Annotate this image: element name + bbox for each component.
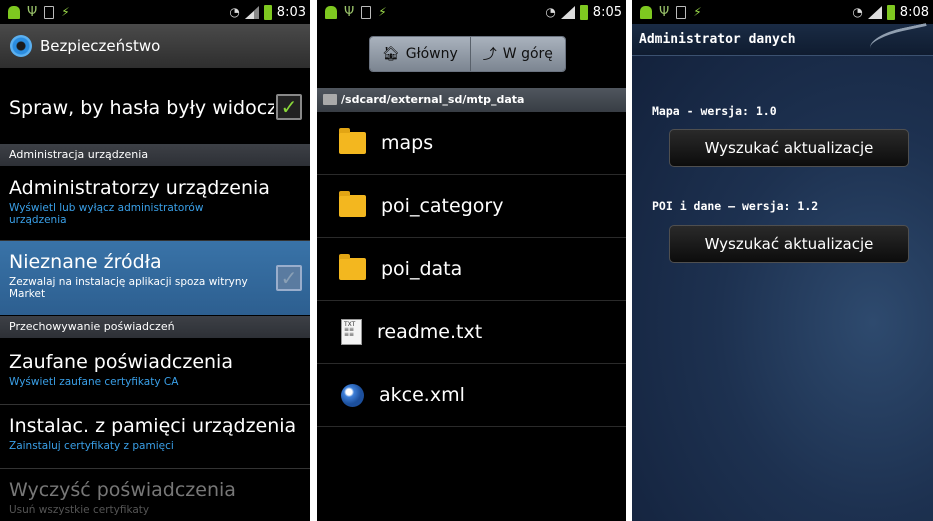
list-item[interactable]: poi_category (317, 175, 626, 238)
setting-summary: Wyświetl lub wyłącz administratorów urzą… (9, 202, 204, 226)
sd-card-icon (44, 5, 55, 19)
gear-icon (10, 35, 32, 57)
android-icon (325, 5, 337, 19)
list-item[interactable]: akce.xml (317, 364, 626, 427)
android-icon (8, 5, 20, 19)
android-icon (640, 5, 652, 19)
setting-title: Nieznane źródła (9, 251, 162, 273)
section-header-admin: Administracja urządzenia (0, 144, 310, 166)
page-title: Bezpieczeństwo (40, 37, 161, 55)
status-bar: Ψ ⚡ ◔ 8:05 (317, 0, 626, 24)
trusted-credentials-setting[interactable]: Zaufane poświadczenia Wyświetl zaufane c… (0, 350, 310, 388)
battery-icon (886, 4, 895, 20)
unknown-sources-setting[interactable]: Nieznane źródła Zezwalaj na instalację a… (0, 241, 310, 315)
list-item[interactable]: maps (317, 112, 626, 175)
toolbar: 🏠︎ Główny ⤴ W górę (317, 24, 626, 84)
security-settings-screen: Ψ ⚡ ◔ 8:03 Bezpieczeństwo Spraw, by hasł… (0, 0, 310, 521)
clock: 8:08 (899, 4, 929, 20)
text-file-icon: TXT ≡≡ ≡≡ (341, 319, 362, 345)
data-admin-screen: Ψ ⚡ ◔ 8:08 Administrator danych Mapa - w… (632, 0, 933, 521)
debug-icon: ⚡ (378, 5, 387, 19)
home-icon: 🏠︎ (382, 46, 400, 62)
path-bar: /sdcard/external_sd/mtp_data (317, 88, 626, 112)
section-header-credentials: Przechowywanie poświadczeń (0, 316, 310, 338)
file-browser-screen: Ψ ⚡ ◔ 8:05 🏠︎ Główny ⤴ W górę /sdcard/ex… (317, 0, 626, 521)
folder-icon (339, 128, 366, 154)
status-bar: Ψ ⚡ ◔ 8:03 (0, 0, 310, 24)
background (632, 24, 933, 521)
poi-check-updates-button[interactable]: Wyszukać aktualizacje (669, 225, 909, 263)
setting-summary: Usuń wszystkie certyfikaty (9, 504, 150, 516)
page-title: Administrator danych (639, 32, 796, 47)
map-version-label: Mapa - wersja: 1.0 (652, 104, 777, 118)
home-button-label: Główny (405, 46, 458, 62)
file-name: maps (381, 132, 434, 154)
sd-card-icon (676, 5, 687, 19)
nav-buttons: 🏠︎ Główny ⤴ W górę (369, 36, 566, 72)
file-name: poi_category (381, 195, 504, 217)
clear-credentials-setting[interactable]: Wyczyść poświadczenia Usuń wszystkie cer… (0, 478, 310, 516)
usb-icon: Ψ (344, 4, 355, 20)
wifi-icon: ◔ (229, 5, 240, 19)
show-passwords-checkbox[interactable]: ✓ (276, 94, 302, 120)
file-name: akce.xml (379, 384, 465, 406)
setting-title: Zaufane poświadczenia (9, 351, 233, 373)
list-item[interactable]: poi_data (317, 238, 626, 301)
setting-title: Wyczyść poświadczenia (9, 479, 236, 501)
up-button-label: W górę (502, 46, 553, 62)
setting-title: Spraw, by hasła były widoczne (9, 97, 274, 119)
setting-summary: Zainstaluj certyfikaty z pamięci (9, 440, 174, 452)
show-passwords-setting[interactable]: Spraw, by hasła były widoczne (0, 96, 310, 120)
map-check-updates-button[interactable]: Wyszukać aktualizacje (669, 129, 909, 167)
setting-title: Administratorzy urządzenia (9, 177, 270, 199)
signal-icon (244, 5, 259, 19)
battery-icon (263, 4, 272, 20)
setting-summary: Zezwalaj na instalację aplikacji spoza w… (9, 276, 248, 300)
unknown-sources-checkbox[interactable]: ✓ (276, 265, 302, 291)
divider (0, 404, 310, 405)
setting-title: Instalac. z pamięci urządzenia (9, 415, 297, 437)
wifi-icon: ◔ (852, 5, 863, 19)
button-label: Wyszukać aktualizacje (704, 139, 874, 157)
poi-version-label: POI i dane – wersja: 1.2 (652, 199, 819, 213)
sd-card-icon (323, 94, 337, 105)
setting-summary: Wyświetl zaufane certyfikaty CA (9, 376, 179, 388)
title-bar: Bezpieczeństwo (0, 24, 310, 68)
list-item[interactable]: TXT ≡≡ ≡≡ readme.txt (317, 301, 626, 364)
install-from-storage-setting[interactable]: Instalac. z pamięci urządzenia Zainstalu… (0, 414, 310, 452)
file-name: poi_data (381, 258, 463, 280)
folder-icon (339, 191, 366, 217)
sd-card-icon (361, 5, 372, 19)
divider (0, 468, 310, 469)
clock: 8:05 (592, 4, 622, 20)
usb-icon: Ψ (27, 4, 38, 20)
clock: 8:03 (276, 4, 306, 20)
status-bar: Ψ ⚡ ◔ 8:08 (632, 0, 933, 24)
folder-up-icon: ⤴ (482, 47, 497, 63)
wifi-icon: ◔ (545, 5, 556, 19)
home-button[interactable]: 🏠︎ Główny (370, 37, 470, 71)
signal-icon (560, 5, 575, 19)
file-name: readme.txt (377, 321, 483, 343)
usb-icon: Ψ (659, 4, 670, 20)
debug-icon: ⚡ (61, 5, 70, 19)
battery-icon (579, 4, 588, 20)
signal-icon (867, 5, 882, 19)
debug-icon: ⚡ (693, 5, 702, 19)
current-path: /sdcard/external_sd/mtp_data (341, 93, 525, 106)
device-admins-setting[interactable]: Administratorzy urządzenia Wyświetl lub … (0, 176, 310, 226)
button-label: Wyszukać aktualizacje (704, 235, 874, 253)
globe-icon (341, 383, 364, 407)
up-button[interactable]: ⤴ W górę (469, 37, 565, 71)
folder-icon (339, 254, 366, 280)
